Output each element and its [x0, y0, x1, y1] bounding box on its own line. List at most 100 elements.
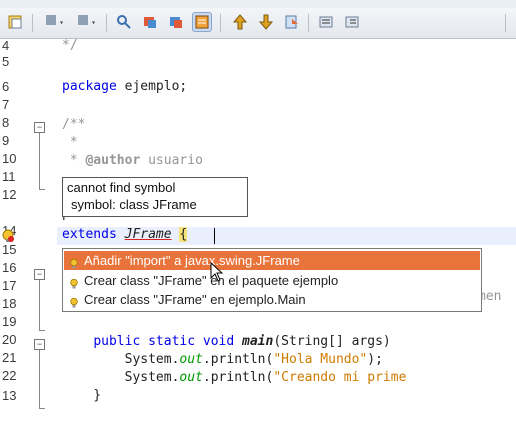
next-bookmark-icon[interactable] [256, 12, 276, 32]
field-out: out [179, 370, 203, 385]
statement-end: ); [367, 352, 383, 367]
line-number: 12 [2, 187, 17, 202]
back-button[interactable]: ▾ [40, 12, 68, 32]
line-number: 20 [2, 332, 17, 347]
fold-toggle[interactable]: − [34, 122, 45, 133]
fold-guide [39, 350, 40, 408]
code-line-13[interactable]: extends JFrame { [62, 227, 188, 242]
find-previous-icon[interactable] [140, 12, 160, 32]
code-line-19[interactable]: System.out.println("Hola Mundo"); [62, 352, 383, 367]
line-number: 13 [2, 388, 17, 403]
toolbar-separator [220, 14, 221, 32]
forward-button[interactable]: ▾ [72, 12, 100, 32]
previous-bookmark-icon[interactable] [230, 12, 250, 32]
field-out: out [179, 352, 203, 367]
forward-icon [76, 13, 90, 31]
line-number: 7 [2, 97, 10, 112]
line-number: 18 [2, 296, 17, 311]
editor-toolbar: ▾ ▾ [0, 8, 516, 39]
unresolved-class-jframe[interactable]: JFrame [125, 227, 172, 242]
lightbulb-icon [70, 294, 78, 308]
comment-text: /** [62, 117, 86, 132]
toolbar-separator [32, 14, 33, 32]
code-line-4[interactable]: */ [62, 38, 78, 53]
println-call: .println( [202, 352, 274, 367]
line-number: 9 [2, 133, 10, 148]
system-ref: System. [62, 370, 180, 385]
println-call: .println( [202, 370, 274, 385]
line-number: 8 [2, 115, 10, 130]
closing-brace: } [62, 388, 102, 403]
line-number: 5 [2, 54, 10, 69]
hint-label: Añadir "import" a javax.swing.JFrame [84, 253, 300, 268]
chevron-down-icon: ▾ [91, 17, 96, 27]
hint-create-class-package[interactable]: Crear class "JFrame" en el paquete ejemp… [64, 271, 480, 290]
fold-guide [39, 133, 40, 189]
hints-popup: Añadir "import" a javax.swing.JFrame Cre… [62, 248, 482, 312]
error-hint-bulb-icon[interactable] [1, 228, 15, 242]
mouse-pointer-icon [210, 261, 224, 286]
fold-guide [39, 280, 40, 330]
line-number: 16 [2, 260, 17, 275]
method-params: (String[] args) [273, 334, 391, 349]
fold-guide-end [39, 330, 45, 331]
line-number: 11 [2, 169, 16, 184]
lightbulb-icon [70, 275, 78, 289]
system-ref: System. [62, 352, 180, 367]
back-icon [44, 13, 58, 31]
fold-guide-end [39, 189, 45, 190]
toggle-bookmark-icon[interactable] [282, 12, 302, 32]
code-line-21[interactable]: } [62, 388, 101, 403]
line-number: 10 [2, 151, 17, 166]
keyword-extends: extends [62, 227, 117, 242]
fold-toggle[interactable]: − [34, 339, 45, 350]
line-number: 21 [2, 350, 17, 365]
keyword-package: package [62, 79, 117, 94]
tooltip-line-2: symbol: class JFrame [71, 197, 197, 212]
code-line-18[interactable]: public static void main(String[] args) [62, 334, 391, 349]
fold-toggle[interactable]: − [34, 269, 45, 280]
toggle-highlight-icon[interactable] [192, 12, 212, 32]
line-number: 6 [2, 79, 10, 94]
string-literal: "Creando mi prime [273, 370, 407, 385]
toolbar-separator [106, 14, 107, 32]
line-number: 4 [2, 38, 10, 53]
code-line-10[interactable]: * @author usuario [62, 153, 203, 168]
comment-text: */ [62, 38, 78, 53]
line-number: 22 [2, 368, 17, 383]
method-name-main: main [242, 334, 274, 349]
comment-text: * [62, 135, 78, 150]
tooltip-line-1: cannot find symbol [67, 180, 176, 195]
code-line-9[interactable]: * [62, 135, 78, 150]
toolbar-separator [505, 14, 506, 32]
keyword-modifiers: public static void [93, 334, 235, 349]
line-number: 15 [2, 242, 17, 257]
matching-brace: { [179, 227, 188, 242]
code-line-6[interactable]: package ejemplo; [62, 79, 187, 94]
line-number: 19 [2, 314, 17, 329]
package-name: ejemplo; [116, 79, 188, 94]
string-literal: "Hola Mundo" [273, 352, 368, 367]
fold-guide-end [39, 408, 45, 409]
code-line-8[interactable]: /** [62, 117, 85, 132]
text-caret [214, 228, 215, 244]
chevron-down-icon: ▾ [59, 17, 64, 27]
comment-text: * [62, 153, 86, 168]
shift-right-icon[interactable] [342, 12, 362, 32]
javadoc-tag: @author [85, 153, 141, 168]
toolbar-separator [308, 14, 309, 32]
find-icon[interactable] [114, 12, 134, 32]
hint-add-import[interactable]: Añadir "import" a javax.swing.JFrame [64, 251, 480, 270]
comment-text: usuario [140, 153, 203, 168]
line-number: 17 [2, 278, 17, 293]
error-tooltip: cannot find symbol symbol: class JFrame [62, 177, 248, 217]
lightbulb-icon [70, 255, 78, 269]
shift-left-icon[interactable] [316, 12, 336, 32]
code-line-20[interactable]: System.out.println("Creando mi prime [62, 370, 407, 385]
hint-label: Crear class "JFrame" en ejemplo.Main [84, 292, 306, 307]
find-next-icon[interactable] [166, 12, 186, 32]
source-icon[interactable] [6, 12, 26, 32]
hint-create-class-main[interactable]: Crear class "JFrame" en ejemplo.Main [64, 290, 480, 309]
